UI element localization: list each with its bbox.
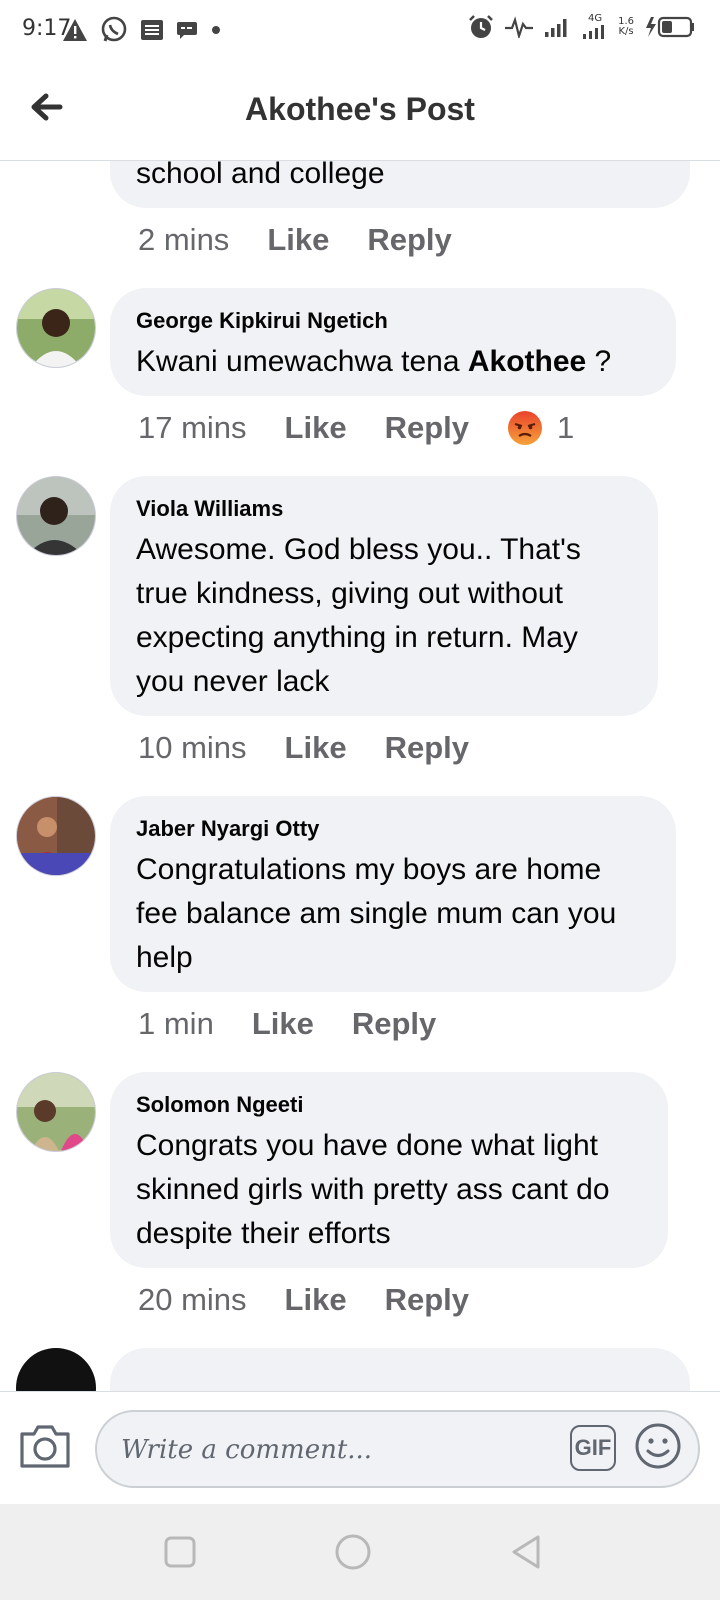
comment-actions: 1 min Like Reply bbox=[138, 1006, 474, 1042]
status-right-icons: 4G 1.6 K/s bbox=[468, 14, 696, 40]
comment-bubble-partial bbox=[110, 1348, 690, 1391]
avatar[interactable] bbox=[16, 1072, 96, 1152]
camera-icon bbox=[20, 1425, 70, 1468]
comment-time: 2 mins bbox=[138, 222, 230, 257]
signal-icon bbox=[545, 19, 567, 37]
comment-text: school and college bbox=[136, 160, 385, 190]
like-button[interactable]: Like bbox=[285, 730, 347, 766]
comment-text: Awesome. God bless you.. That's true kin… bbox=[136, 533, 581, 698]
system-nav-bar bbox=[0, 1504, 720, 1600]
avatar[interactable] bbox=[16, 796, 96, 876]
recent-apps-button[interactable] bbox=[160, 1532, 200, 1572]
like-button[interactable]: Like bbox=[252, 1006, 314, 1042]
dot-icon bbox=[212, 26, 220, 34]
emoji-button[interactable] bbox=[634, 1422, 682, 1470]
comment-actions: 17 mins Like Reply 1 bbox=[138, 410, 574, 446]
alarm-icon bbox=[469, 15, 493, 38]
battery-charging-icon bbox=[646, 16, 694, 38]
angry-reaction-icon bbox=[508, 411, 542, 445]
news-icon bbox=[141, 20, 163, 40]
comment-placeholder: Write a comment... bbox=[121, 1435, 373, 1465]
comment-actions: 10 mins Like Reply bbox=[138, 730, 507, 766]
emoji-icon bbox=[635, 1423, 681, 1469]
reply-button[interactable]: Reply bbox=[385, 730, 469, 766]
reply-button[interactable]: Reply bbox=[385, 1282, 469, 1318]
avatar[interactable] bbox=[16, 288, 96, 368]
network-speed: 1.6 K/s bbox=[618, 17, 634, 37]
back-icon bbox=[512, 1535, 540, 1569]
comment-time: 17 mins bbox=[138, 410, 247, 445]
comment-author[interactable]: Jaber Nyargi Otty bbox=[136, 816, 650, 842]
status-bar: 9:17 4G 1.6 K/s bbox=[0, 0, 720, 64]
post-header: Akothee's Post bbox=[0, 64, 720, 161]
like-button[interactable]: Like bbox=[285, 1282, 347, 1318]
page-title: Akothee's Post bbox=[245, 91, 475, 127]
avatar[interactable] bbox=[16, 1348, 96, 1391]
comment-input[interactable]: Write a comment... GIF bbox=[95, 1410, 700, 1488]
reaction-summary[interactable]: 1 bbox=[507, 410, 574, 446]
activity-icon bbox=[505, 16, 534, 38]
status-left-icons bbox=[62, 16, 222, 44]
network-label: 4G bbox=[588, 13, 603, 24]
home-button[interactable] bbox=[333, 1532, 373, 1572]
mention-link[interactable]: Akothee bbox=[468, 345, 586, 378]
comment-bubble: George Kipkirui Ngetich Kwani umewachwa … bbox=[110, 288, 676, 396]
reply-button[interactable]: Reply bbox=[367, 222, 451, 258]
speed-unit: K/s bbox=[618, 26, 634, 37]
whatsapp-icon bbox=[101, 16, 127, 42]
comment-time: 10 mins bbox=[138, 730, 247, 765]
comment-text: Congratulations my boys are home fee bal… bbox=[136, 853, 617, 974]
like-button[interactable]: Like bbox=[267, 222, 329, 258]
comment-time: 20 mins bbox=[138, 1282, 247, 1317]
comment-author[interactable]: Viola Williams bbox=[136, 496, 632, 522]
camera-button[interactable] bbox=[18, 1422, 72, 1470]
recent-apps-icon bbox=[164, 1536, 196, 1568]
comments-feed[interactable]: school and college 2 mins Like Reply Geo… bbox=[0, 160, 720, 1391]
like-button[interactable]: Like bbox=[285, 410, 347, 446]
comment-bubble: Solomon Ngeeti Congrats you have done wh… bbox=[110, 1072, 668, 1268]
gif-button[interactable]: GIF bbox=[570, 1425, 616, 1471]
home-icon bbox=[335, 1534, 371, 1570]
avatar[interactable] bbox=[16, 476, 96, 556]
signal-4g-icon: 4G bbox=[582, 14, 608, 40]
comment-bubble: Jaber Nyargi Otty Congratulations my boy… bbox=[110, 796, 676, 992]
comment-actions: 2 mins Like Reply bbox=[138, 222, 490, 258]
comment-bubble-partial: school and college bbox=[110, 160, 690, 208]
nav-back-button[interactable] bbox=[506, 1532, 546, 1572]
comment-text: Kwani umewachwa tena Akothee ? bbox=[136, 345, 612, 378]
message-icon bbox=[177, 22, 197, 39]
comment-author[interactable]: Solomon Ngeeti bbox=[136, 1092, 642, 1118]
warning-icon bbox=[63, 19, 87, 41]
reply-button[interactable]: Reply bbox=[385, 410, 469, 446]
comment-actions: 20 mins Like Reply bbox=[138, 1282, 507, 1318]
comment-composer: Write a comment... GIF bbox=[0, 1391, 720, 1505]
comment-time: 1 min bbox=[138, 1006, 214, 1041]
comment-bubble: Viola Williams Awesome. God bless you.. … bbox=[110, 476, 658, 716]
comment-author[interactable]: George Kipkirui Ngetich bbox=[136, 308, 650, 334]
reaction-count: 1 bbox=[557, 410, 575, 445]
comment-text: Congrats you have done what light skinne… bbox=[136, 1129, 610, 1250]
reply-button[interactable]: Reply bbox=[352, 1006, 436, 1042]
